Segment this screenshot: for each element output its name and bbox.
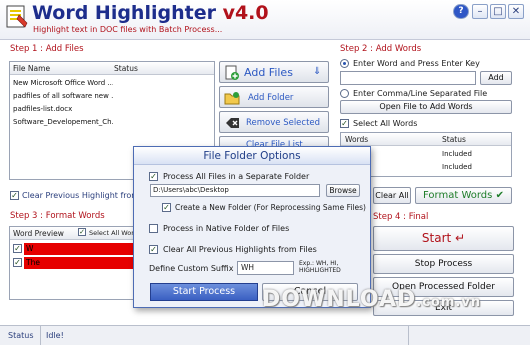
step1-heading: Step 1 : Add Files	[10, 44, 84, 54]
enter-word-label: Enter Word and Press Enter Key	[353, 59, 480, 68]
custom-suffix-input[interactable]: WH	[237, 261, 294, 275]
add-folder-button[interactable]: Add Folder	[219, 86, 329, 108]
clear-previous-highlight-checkbox[interactable]: ✓	[10, 191, 19, 200]
column-words: Words	[345, 135, 369, 144]
column-word-status: Status	[442, 135, 466, 144]
file-list-header: File Name Status	[10, 62, 214, 75]
start-button[interactable]: Start ↵	[373, 226, 514, 251]
app-title: Word Highlighter v4.0	[32, 2, 269, 24]
comma-file-radio[interactable]	[340, 89, 349, 98]
format-preview-list[interactable]: Word Preview ✓ Select All Wor ✓ W ✓ The	[9, 226, 136, 300]
clear-all-highlights-checkbox[interactable]: ✓	[149, 245, 158, 254]
column-status: Status	[114, 64, 138, 73]
enter-icon: ↵	[455, 231, 466, 245]
folder-path-input[interactable]: D:\Users\abc\Desktop	[150, 184, 320, 197]
word-input[interactable]	[340, 71, 476, 85]
create-new-folder-label: Create a New Folder (For Reprocessing Sa…	[175, 203, 366, 212]
status-value: Idle!	[46, 331, 64, 340]
maximize-button[interactable]: □	[490, 4, 506, 19]
step4-heading: Step 4 : Final	[373, 212, 429, 222]
remove-icon	[226, 118, 239, 128]
select-all-words-label: Select All Words	[353, 119, 418, 128]
custom-suffix-label: Define Custom Suffix	[149, 264, 234, 273]
add-word-button[interactable]: Add	[480, 71, 512, 85]
create-new-folder-checkbox[interactable]: ✓	[162, 203, 171, 212]
close-button[interactable]: ✕	[508, 4, 524, 19]
format-row-preview[interactable]: W	[24, 243, 135, 255]
help-button[interactable]: ?	[453, 4, 469, 19]
start-process-button[interactable]: Start Process	[150, 283, 258, 301]
add-files-button[interactable]: Add Files ⇓	[219, 61, 329, 83]
file-folder-options-dialog: File Folder Options ✓ Process All Files …	[133, 146, 371, 308]
format-row-preview[interactable]: The	[24, 257, 135, 269]
word-status: Included	[442, 150, 472, 158]
status-label: Status	[8, 331, 34, 340]
format-words-button[interactable]: Format Words ✔	[415, 187, 512, 204]
file-row[interactable]: Software_Developement_Ch...	[13, 118, 113, 126]
arrow-down-icon: ⇓	[313, 66, 322, 77]
column-word-preview: Word Preview	[13, 229, 64, 238]
column-file-name: File Name	[13, 64, 51, 73]
format-preview-header: Word Preview ✓ Select All Wor	[10, 227, 135, 240]
select-all-format-checkbox[interactable]: ✓	[78, 228, 86, 236]
clear-all-words-button[interactable]: Clear All	[373, 187, 411, 204]
folder-icon	[224, 92, 240, 105]
process-native-folder-label: Process in Native Folder of Files	[163, 224, 290, 233]
word-status: Included	[442, 163, 472, 171]
status-bar: Status Idle!	[0, 325, 530, 345]
select-all-words-checkbox[interactable]: ✓	[340, 119, 349, 128]
words-list-header: Words Status	[341, 133, 511, 146]
app-logo-icon	[6, 5, 28, 29]
process-native-folder-checkbox[interactable]	[149, 224, 158, 233]
status-divider	[408, 326, 409, 345]
open-file-button[interactable]: Open File to Add Words	[340, 100, 512, 114]
minimize-button[interactable]: –	[472, 4, 488, 19]
check-icon: ✔	[495, 190, 504, 201]
status-divider	[40, 326, 41, 345]
watermark: DOWNLOAD.com.vn	[262, 287, 482, 312]
stop-process-button[interactable]: Stop Process	[373, 254, 514, 274]
file-row[interactable]: padfiles of all software new ...	[13, 92, 113, 100]
process-separate-folder-checkbox[interactable]: ✓	[149, 172, 158, 181]
step2-heading: Step 2 : Add Words	[340, 44, 422, 54]
process-separate-folder-label: Process All Files in a Separate Folder	[163, 172, 310, 181]
clear-previous-highlight-label: Clear Previous Highlight from	[22, 191, 140, 200]
browse-button[interactable]: Browse	[326, 184, 360, 197]
select-all-format-label: Select All Wor	[89, 229, 134, 237]
app-subtitle: Highlight text in DOC files with Batch P…	[33, 25, 223, 34]
dialog-title: File Folder Options	[134, 147, 370, 165]
format-row-checkbox[interactable]: ✓	[13, 244, 22, 253]
file-row[interactable]: padfiles-list.docx	[13, 105, 113, 113]
clear-all-highlights-label: Clear All Previous Highlights from Files	[163, 245, 317, 254]
enter-word-radio[interactable]	[340, 59, 349, 68]
step3-heading: Step 3 : Format Words	[10, 211, 105, 221]
add-file-icon	[225, 65, 239, 80]
file-row[interactable]: New Microsoft Office Word ...	[13, 79, 113, 87]
remove-selected-button[interactable]: Remove Selected	[219, 111, 329, 133]
comma-file-label: Enter Comma/Line Separated File	[353, 89, 488, 98]
format-row-checkbox[interactable]: ✓	[13, 258, 22, 267]
suffix-example-text: Exp.: WH, HI, HIGHLIGHTED	[299, 260, 341, 274]
app-version: v4.0	[222, 2, 269, 24]
